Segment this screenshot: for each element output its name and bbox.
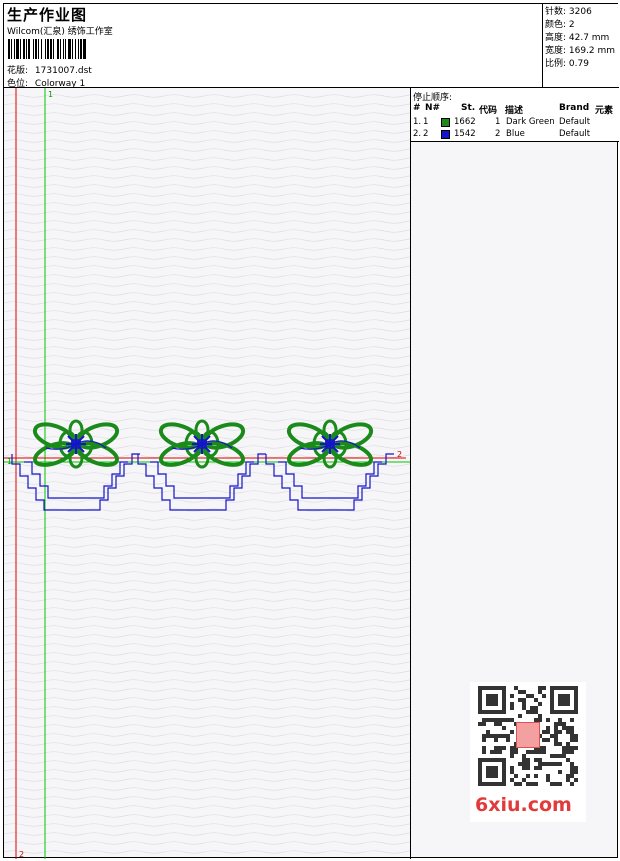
embroidery-motif (137, 419, 266, 511)
spec-stitches: 针数: 3206 (545, 7, 592, 17)
stop-sequence-panel: 停止顺序: # N# St. 代码 描述 Brand 元素 1. 1 1662 … (410, 88, 619, 142)
design-info: 花版: 1731007.dst (7, 63, 92, 76)
embroidery-motif (11, 419, 140, 511)
stop-sequence-title: 停止顺序: (413, 93, 453, 103)
production-sheet: 生产作业图 Wilcom(汇泉) 绣饰工作室 花版: 1731007.dst 色… (3, 3, 619, 859)
col-brand: Brand (559, 103, 590, 113)
col-index: # (413, 103, 421, 113)
barcode (8, 39, 86, 59)
col-element: 元素 (595, 106, 614, 116)
embroidery-canvas: 1 1 2 2 (4, 88, 410, 859)
specs-panel: 针数: 3206 颜色: 2 高度: 42.7 mm 宽度: 169.2 mm … (543, 4, 619, 88)
spec-colors: 颜色: 2 (545, 20, 575, 30)
stop-row: 2. 2 1542 2 Blue Default (413, 129, 591, 139)
header-panel: 生产作业图 Wilcom(汇泉) 绣饰工作室 花版: 1731007.dst 色… (4, 4, 543, 89)
col-code: 代码 (479, 106, 498, 116)
col-description: 描述 (505, 106, 524, 116)
panel-divider (410, 142, 411, 859)
spec-scale: 比例: 0.79 (545, 59, 589, 69)
page-title: 生产作业图 (7, 6, 88, 24)
color-swatch (441, 130, 450, 139)
seal-stamp-icon (516, 722, 540, 748)
spec-width: 宽度: 169.2 mm (545, 46, 616, 56)
company-name: Wilcom(汇泉) 绣饰工作室 (7, 27, 113, 37)
col-stitches: St. (461, 103, 476, 113)
watermark-text: 6xiu.com (475, 794, 572, 816)
marker-right: 2 (397, 450, 402, 459)
color-swatch (441, 118, 450, 127)
col-n: N# (425, 103, 441, 113)
marker-bottom: 2 (19, 850, 24, 859)
design-value: 1731007.dst (34, 66, 92, 76)
spec-height: 高度: 42.7 mm (545, 33, 610, 43)
marker-top: 1 (48, 90, 53, 99)
stop-sequence-header: # N# St. 代码 描述 Brand 元素 (411, 103, 619, 116)
design-label: 花版: (7, 66, 29, 76)
marker-left: 1 (7, 457, 12, 466)
